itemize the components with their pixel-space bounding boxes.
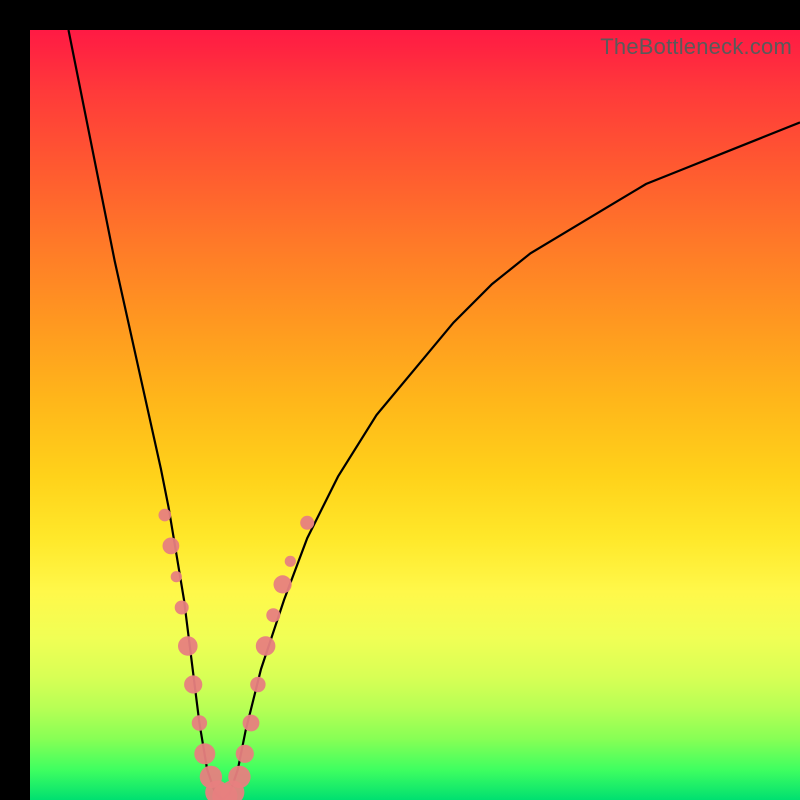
- data-marker: [159, 509, 172, 522]
- bottleneck-curve-svg: [30, 30, 800, 800]
- data-marker: [228, 766, 250, 788]
- data-marker: [266, 608, 280, 622]
- data-marker: [192, 715, 207, 730]
- chart-frame: TheBottleneck.com: [0, 0, 800, 800]
- data-marker: [300, 516, 314, 530]
- plot-area: TheBottleneck.com: [30, 30, 800, 800]
- data-marker: [250, 677, 265, 692]
- data-marker: [243, 715, 260, 732]
- data-marker: [194, 743, 215, 764]
- data-marker: [178, 636, 198, 656]
- data-marker: [274, 575, 292, 593]
- data-marker: [171, 571, 182, 582]
- data-marker: [236, 745, 254, 763]
- data-marker: [163, 538, 180, 555]
- bottleneck-curve-path: [69, 30, 800, 800]
- data-marker: [256, 636, 276, 656]
- marker-cluster: [159, 509, 315, 800]
- data-marker: [175, 601, 189, 615]
- data-marker: [285, 556, 296, 567]
- data-marker: [184, 675, 202, 693]
